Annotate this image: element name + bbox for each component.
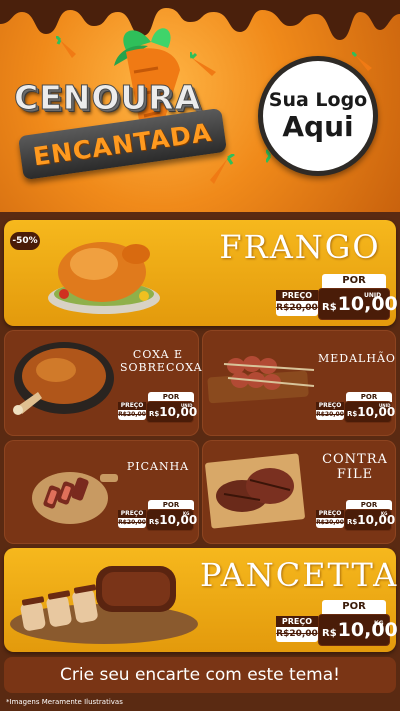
- old-price-box: PREÇO R$20,00: [316, 402, 344, 420]
- product-name-coxa: COXA E SOBRECOXA: [120, 348, 203, 374]
- logo-text-line2: Aqui: [282, 110, 354, 143]
- unit-label: KG: [381, 511, 388, 516]
- product-name-contrafile-line2: FILE: [336, 467, 374, 482]
- pancetta-board-image: [10, 566, 198, 644]
- unit-label: UNID: [364, 292, 382, 299]
- picanha-board-image: [32, 472, 118, 524]
- product-name-frango: FRANGO: [219, 228, 381, 266]
- small-carrot-icon: [190, 52, 216, 76]
- small-carrot-icon: [56, 36, 76, 58]
- currency-symbol: R$: [149, 518, 160, 526]
- disclaimer-text: *Imagens Meramente Ilustrativas: [6, 698, 123, 706]
- currency-symbol: R$: [322, 301, 337, 313]
- preco-label: PREÇO: [316, 510, 344, 518]
- product-name-coxa-line2: SOBRECOXA: [120, 361, 203, 374]
- logo-text-line1: Sua Logo: [268, 89, 368, 111]
- price-value: 10,00: [357, 513, 396, 527]
- price-box: R$ 10,00: [318, 614, 398, 646]
- product-name-picanha: PICANHA: [126, 460, 190, 473]
- currency-symbol: R$: [347, 410, 358, 418]
- discount-badge: -50%: [10, 232, 40, 250]
- old-price-box: PREÇO R$20,00: [118, 510, 146, 528]
- currency-symbol: R$: [149, 410, 160, 418]
- small-carrot-icon: [210, 154, 235, 184]
- old-price: R$20,00: [276, 629, 318, 639]
- product-name-contrafile: CONTRA FILE: [316, 452, 394, 482]
- por-label: POR: [322, 274, 386, 288]
- product-name-pancetta: PANCETTA: [200, 556, 399, 594]
- logo-placeholder[interactable]: Sua Logo Aqui: [258, 56, 378, 176]
- preco-label: PREÇO: [118, 402, 146, 410]
- header-banner: CENOURA ENCANTADA Sua Logo Aqui: [0, 0, 400, 212]
- old-price-box: PREÇO R$20,00: [276, 616, 318, 642]
- product-name-medalhao: MEDALHÃO: [318, 352, 396, 365]
- medalhao-skewers-image: [207, 356, 315, 404]
- price-value: 10,00: [159, 513, 198, 527]
- title-cenoura: CENOURA: [13, 78, 202, 118]
- currency-symbol: R$: [322, 627, 337, 639]
- preco-label: PREÇO: [316, 402, 344, 410]
- old-price: R$20,00: [316, 519, 344, 526]
- old-price-box: PREÇO R$20,00: [118, 402, 146, 420]
- old-price-box: PREÇO R$20,00: [276, 290, 318, 316]
- preco-label: PREÇO: [276, 616, 318, 627]
- old-price-box: PREÇO R$20,00: [316, 510, 344, 528]
- roast-chicken-image: [48, 242, 160, 314]
- unit-label: UNID: [379, 403, 391, 408]
- preco-label: PREÇO: [276, 290, 318, 301]
- product-name-coxa-line1: COXA E: [132, 348, 184, 361]
- por-label: POR: [322, 600, 386, 614]
- preco-label: PREÇO: [118, 510, 146, 518]
- chicken-thigh-image: [13, 342, 114, 415]
- unit-label: KG: [183, 511, 190, 516]
- old-price: R$20,00: [118, 519, 146, 526]
- old-price: R$20,00: [276, 303, 318, 313]
- cta-banner[interactable]: Crie seu encarte com este tema!: [4, 657, 396, 693]
- old-price: R$20,00: [316, 411, 344, 418]
- currency-symbol: R$: [347, 518, 358, 526]
- unit-label: KG: [374, 620, 384, 627]
- old-price: R$20,00: [118, 411, 146, 418]
- product-name-contrafile-line1: CONTRA: [322, 452, 388, 467]
- unit-label: UNID: [181, 403, 193, 408]
- title-encantada-text: ENCANTADA: [31, 117, 214, 171]
- contrafile-board-image: [205, 453, 305, 529]
- price-value: 10,00: [337, 619, 398, 641]
